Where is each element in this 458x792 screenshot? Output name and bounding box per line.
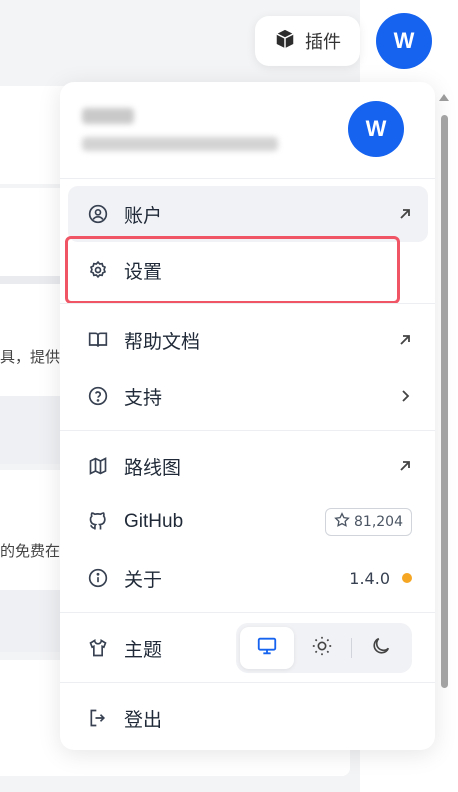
moon-icon	[370, 635, 392, 661]
logout-icon	[88, 708, 108, 728]
plugin-button[interactable]: 插件	[255, 16, 360, 66]
menu-item-label: 登出	[124, 708, 163, 731]
theme-option-dark[interactable]	[354, 627, 408, 669]
info-icon	[88, 568, 108, 588]
divider	[60, 178, 435, 179]
divider	[60, 612, 435, 613]
github-stars-count: 81,204	[354, 514, 403, 530]
github-icon	[88, 512, 108, 532]
menu-item-label: 主题	[124, 638, 163, 661]
menu-item-help-docs[interactable]: 帮助文档	[68, 312, 428, 368]
background-text: 具，提供	[0, 348, 60, 366]
menu-header: W	[60, 82, 435, 177]
theme-switcher	[236, 623, 412, 673]
menu-item-logout[interactable]: 登出	[68, 690, 428, 746]
blurred-email	[82, 137, 278, 151]
sun-icon	[311, 635, 333, 661]
menu-item-label: 路线图	[124, 456, 182, 479]
question-icon	[88, 386, 108, 406]
menu-item-roadmap[interactable]: 路线图	[68, 438, 428, 494]
divider	[60, 682, 435, 683]
menu-item-label: 支持	[124, 386, 163, 409]
user-menu: W 账户 设置 帮助文档 支持 路线图 GitHub 81,204 关于 1.4…	[60, 82, 435, 750]
external-arrow-icon	[398, 207, 412, 221]
star-icon	[334, 512, 350, 532]
github-stars-badge: 81,204	[325, 508, 412, 536]
external-arrow-icon	[398, 459, 412, 473]
book-icon	[88, 330, 108, 350]
monitor-icon	[256, 635, 278, 661]
shirt-icon	[88, 638, 108, 658]
map-icon	[88, 456, 108, 476]
external-arrow-icon	[398, 333, 412, 347]
theme-option-system[interactable]	[240, 627, 295, 669]
cube-icon	[274, 28, 296, 55]
version-text: 1.4.0	[349, 568, 390, 588]
menu-item-account[interactable]: 账户	[68, 186, 428, 242]
user-avatar-button[interactable]: W	[376, 13, 432, 69]
menu-avatar: W	[348, 101, 404, 157]
scrollbar-thumb[interactable]	[441, 115, 448, 688]
menu-item-label: GitHub	[124, 511, 184, 532]
menu-item-support[interactable]: 支持	[68, 368, 428, 424]
background-text: 的免费在	[0, 542, 60, 560]
plugin-label: 插件	[305, 32, 341, 53]
menu-item-label: 关于	[124, 568, 163, 591]
divider	[60, 430, 435, 431]
scroll-up-arrow[interactable]	[439, 94, 449, 101]
menu-item-label: 账户	[124, 204, 163, 227]
chevron-right-icon	[398, 389, 412, 403]
update-dot	[402, 573, 412, 583]
menu-item-about[interactable]: 关于 1.4.0	[68, 550, 428, 606]
menu-item-theme: 主题	[68, 618, 428, 678]
user-circle-icon	[88, 204, 108, 224]
blurred-username	[82, 108, 134, 124]
theme-option-light[interactable]	[294, 627, 348, 669]
theme-divider	[350, 638, 352, 658]
annotation-highlight-box	[65, 236, 400, 304]
menu-item-github[interactable]: GitHub 81,204	[68, 494, 428, 550]
divider	[60, 303, 435, 304]
menu-item-label: 帮助文档	[124, 330, 201, 353]
